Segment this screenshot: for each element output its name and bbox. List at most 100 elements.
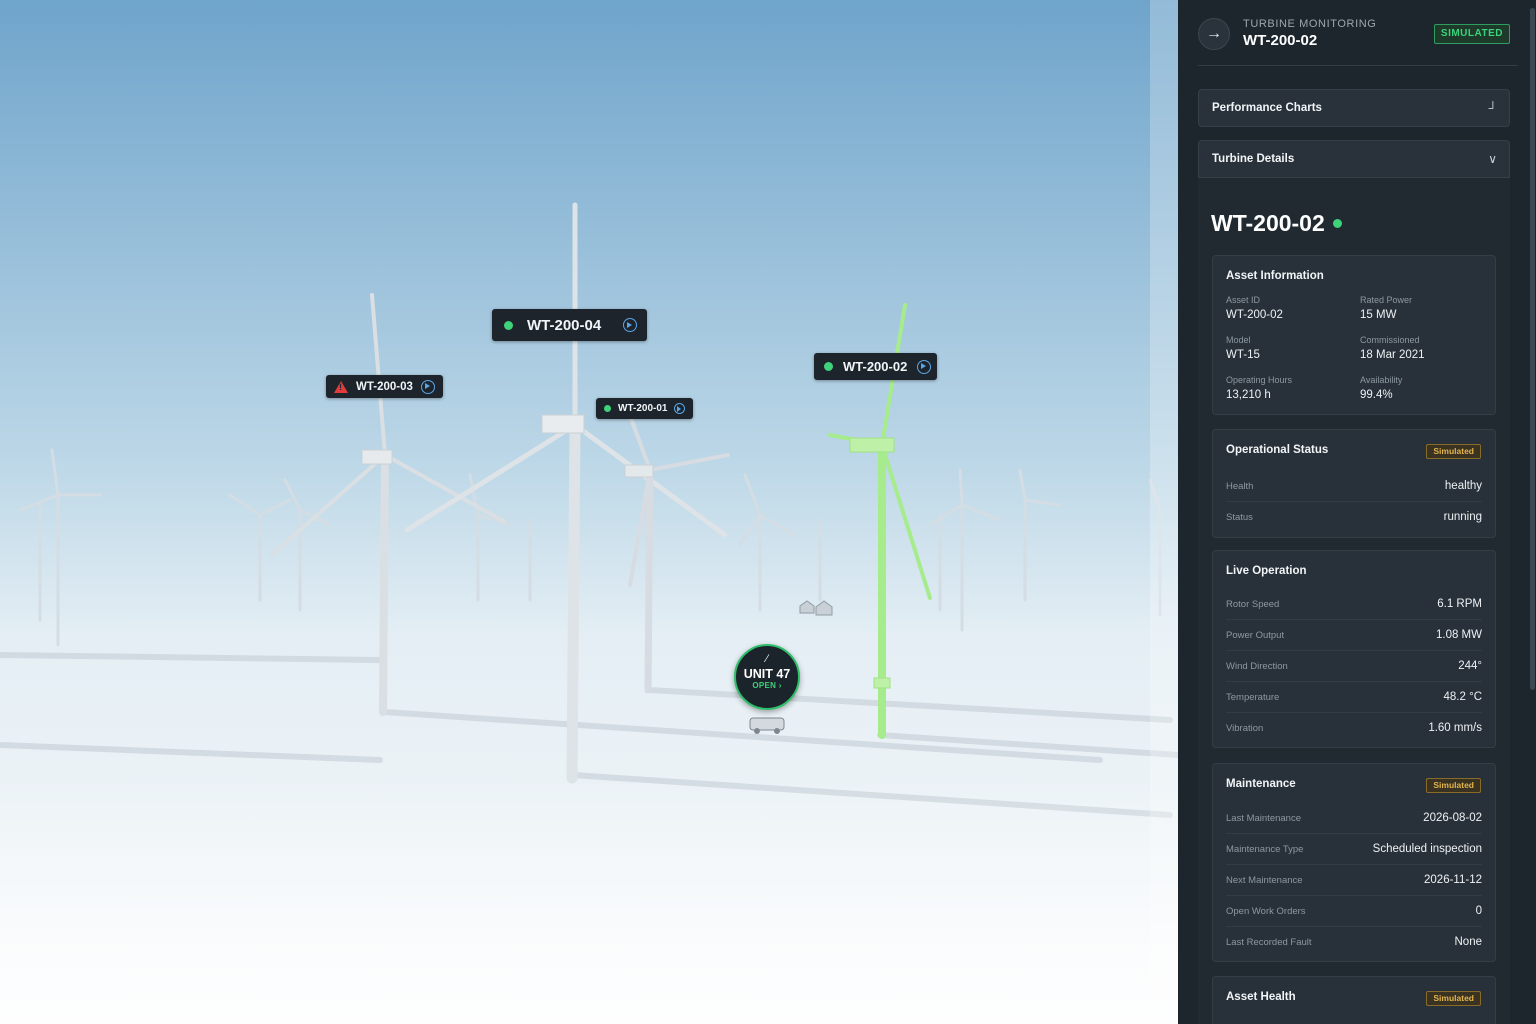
row-label: Open Work Orders <box>1226 906 1306 917</box>
row-value: 244° <box>1458 660 1482 672</box>
field-value: WT-15 <box>1226 349 1260 361</box>
row-value: 48.2 °C <box>1443 691 1482 703</box>
row-label: Wind Direction <box>1226 661 1288 672</box>
turbine-tag-wt-200-01[interactable]: WT-200-01 <box>596 398 694 419</box>
card-title: Maintenance <box>1226 778 1296 790</box>
row-label: Vibration <box>1226 723 1264 734</box>
row-value: 1.60 mm/s <box>1428 722 1482 734</box>
field-value: 13,210 h <box>1226 389 1271 401</box>
row-label: Maintenance Type <box>1226 844 1304 855</box>
turbine-scene-viewport[interactable]: WT-200-04 WT-200-03 WT-200-01 WT-200-02 … <box>0 0 1178 1024</box>
arrow-right-icon: → <box>1206 25 1222 42</box>
panel-scrollbar[interactable] <box>1530 8 1535 690</box>
open-details-icon[interactable] <box>917 359 932 374</box>
row-label: Last Maintenance <box>1226 813 1301 824</box>
panel-kicker: TURBINE MONITORING <box>1243 18 1377 30</box>
status-row: Health healthy <box>1226 471 1482 502</box>
row-value: 1.08 MW <box>1435 629 1482 641</box>
turbine-tag-label: WT-200-02 <box>843 359 908 374</box>
unit-47-marker[interactable]: ∕ UNIT 47 OPEN › <box>734 644 800 710</box>
turbine-tag-label: WT-200-03 <box>356 380 413 393</box>
turbine-tag-wt-200-02[interactable]: WT-200-02 <box>814 353 938 380</box>
live-row: Power Output 1.08 MW <box>1226 620 1482 651</box>
panel-title: WT-200-02 <box>1243 32 1318 49</box>
row-label: Temperature <box>1226 692 1280 703</box>
card-title: Live Operation <box>1226 565 1307 577</box>
live-row: Vibration 1.60 mm/s <box>1226 713 1482 744</box>
accordion-label: Turbine Details <box>1212 153 1295 165</box>
corner-icon: ┘ <box>1488 101 1497 115</box>
row-label: Last Recorded Fault <box>1226 937 1312 948</box>
row-value: running <box>1443 511 1482 523</box>
status-ok-icon <box>504 320 513 330</box>
unit-label: UNIT 47 <box>743 667 791 681</box>
row-value: None <box>1454 936 1483 948</box>
status-ok-icon <box>824 362 833 371</box>
row-label: Status <box>1226 512 1253 523</box>
field-label: Availability <box>1360 375 1403 385</box>
field-value: 15 MW <box>1360 309 1397 321</box>
status-ok-icon <box>604 405 611 412</box>
field-value: WT-200-02 <box>1226 309 1283 321</box>
turbine-tag-wt-200-03[interactable]: WT-200-03 <box>326 375 443 398</box>
open-details-icon[interactable] <box>623 318 638 332</box>
live-operation-card: Live Operation Rotor Speed 6.1 RPM Power… <box>1212 550 1496 748</box>
asset-field: Availability 99.4% <box>1360 375 1490 401</box>
live-row: Rotor Speed 6.1 RPM <box>1226 589 1482 620</box>
row-value: 2026-11-12 <box>1424 874 1482 886</box>
turbine-heading: WT-200-02 <box>1211 210 1342 237</box>
operational-status-card: Operational Status Simulated Health heal… <box>1212 429 1496 538</box>
field-label: Operating Hours <box>1226 375 1293 385</box>
field-label: Asset ID <box>1226 295 1261 305</box>
maintenance-row: Open Work Orders 0 <box>1226 896 1482 927</box>
row-label: Next Maintenance <box>1226 875 1303 886</box>
row-value: Scheduled inspection <box>1372 843 1482 855</box>
row-label: Power Output <box>1226 630 1285 641</box>
simulated-badge: Simulated <box>1426 991 1481 1006</box>
performance-charts-accordion[interactable]: Performance Charts ┘ <box>1198 89 1510 127</box>
turbine-details-body: WT-200-02 Asset Information Asset ID WT-… <box>1198 178 1510 1024</box>
unit-status: OPEN › <box>752 681 782 690</box>
turbine-monitoring-panel: → TURBINE MONITORING WT-200-02 SIMULATED… <box>1178 0 1536 1024</box>
collapse-panel-button[interactable]: → <box>1198 18 1230 50</box>
panel-header: → TURBINE MONITORING WT-200-02 SIMULATED <box>1198 18 1518 66</box>
chevron-down-icon: ∨ <box>1488 152 1497 166</box>
field-label: Commissioned <box>1360 335 1420 345</box>
open-details-icon[interactable] <box>420 379 435 394</box>
maintenance-row: Last Recorded Fault None <box>1226 927 1482 958</box>
row-value: 6.1 RPM <box>1437 598 1482 610</box>
field-label: Rated Power <box>1360 295 1413 305</box>
status-row: Status running <box>1226 502 1482 533</box>
asset-field: Model WT-15 <box>1226 335 1356 361</box>
asset-health-card: Asset Health Simulated <box>1212 976 1496 1024</box>
maintenance-row: Maintenance Type Scheduled inspection <box>1226 834 1482 865</box>
live-row: Wind Direction 244° <box>1226 651 1482 682</box>
accordion-label: Performance Charts <box>1212 102 1322 114</box>
header-divider <box>1198 65 1518 66</box>
asset-field: Operating Hours 13,210 h <box>1226 375 1356 401</box>
maintenance-row: Last Maintenance 2026-08-02 <box>1226 803 1482 834</box>
asset-field: Commissioned 18 Mar 2021 <box>1360 335 1490 361</box>
turbine-tag-label: WT-200-04 <box>527 316 602 334</box>
wind-farm-render <box>0 0 1178 1024</box>
row-label: Health <box>1226 481 1254 492</box>
card-title: Operational Status <box>1226 444 1329 456</box>
live-row: Temperature 48.2 °C <box>1226 682 1482 713</box>
card-title: Asset Health <box>1226 991 1296 1003</box>
row-label: Rotor Speed <box>1226 599 1280 610</box>
warning-icon <box>334 380 348 393</box>
asset-information-card: Asset Information Asset ID WT-200-02 Rat… <box>1212 255 1496 415</box>
simulated-badge: SIMULATED <box>1433 24 1510 44</box>
row-value: healthy <box>1444 480 1482 492</box>
field-value: 99.4% <box>1360 389 1393 401</box>
maintenance-card: Maintenance Simulated Last Maintenance 2… <box>1212 763 1496 962</box>
turbine-heading-text: WT-200-02 <box>1211 210 1325 236</box>
row-value: 2026-08-02 <box>1423 812 1482 824</box>
status-ok-icon <box>1332 219 1342 228</box>
open-details-icon[interactable] <box>674 403 686 414</box>
wrench-icon: ∕ <box>766 653 768 665</box>
field-label: Model <box>1226 335 1251 345</box>
turbine-tag-wt-200-04[interactable]: WT-200-04 <box>492 309 648 341</box>
turbine-details-accordion[interactable]: Turbine Details ∨ <box>1198 140 1510 178</box>
asset-field: Asset ID WT-200-02 <box>1226 295 1356 321</box>
